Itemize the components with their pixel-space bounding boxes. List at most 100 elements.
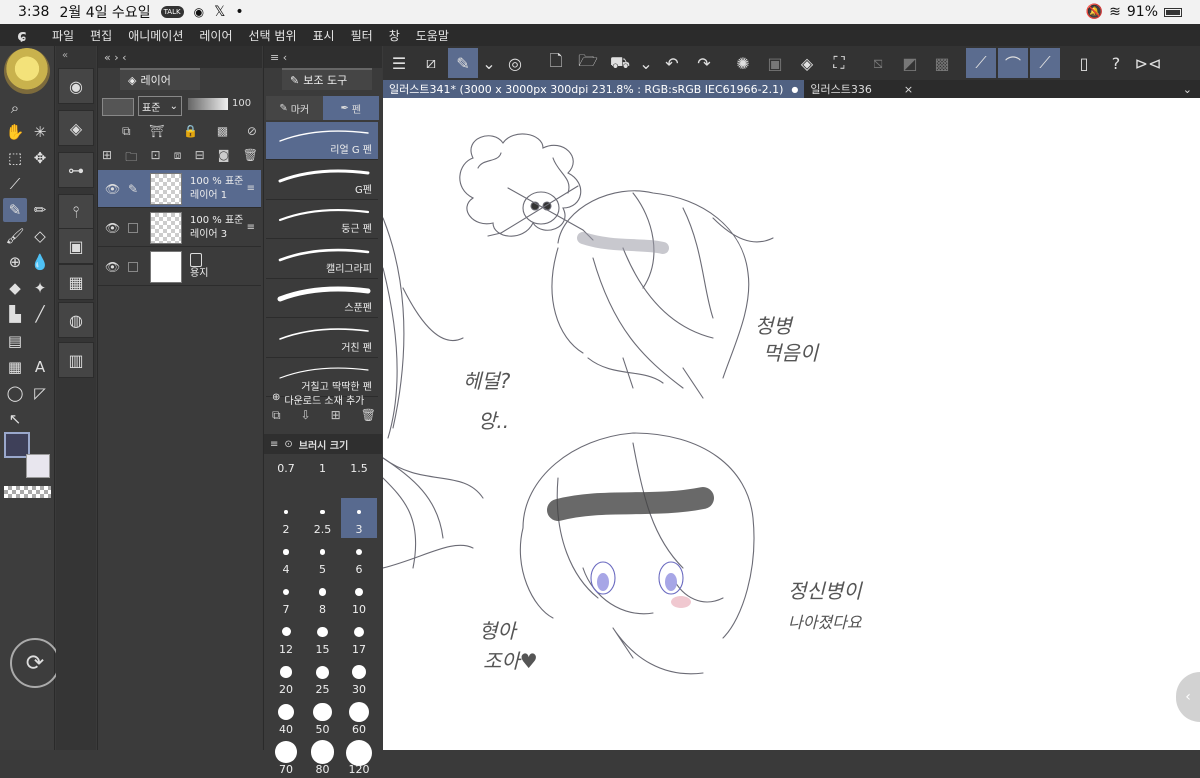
transfer-icon[interactable]: ⊡ — [150, 148, 160, 169]
layer-row[interactable]: 👁 100 % 표준 레이어 3 ≡ — [98, 209, 261, 247]
lock-icon[interactable]: 🔒 — [183, 124, 198, 139]
brush-icon[interactable]: 🖌 — [3, 224, 27, 248]
brush-size-option[interactable]: 7 — [268, 578, 304, 618]
lock-transparent-icon[interactable]: ▩ — [217, 124, 228, 139]
opacity-slider[interactable] — [188, 98, 228, 110]
balloon-icon[interactable]: ◯ — [3, 381, 27, 405]
reference-icon[interactable]: ⛩ — [149, 124, 164, 139]
transform-icon[interactable]: ⛶ — [824, 48, 854, 78]
brush-size-option[interactable]: 50 — [305, 698, 341, 738]
tab-pen[interactable]: ✒ 펜 — [322, 96, 379, 120]
material-icon[interactable]: ▣ — [58, 228, 94, 264]
brush-size-option[interactable]: 5 — [305, 538, 341, 578]
quick-access-icon[interactable]: ✎ — [448, 48, 478, 78]
duplicate-icon[interactable]: ⊟ — [195, 148, 205, 169]
eye-icon[interactable]: 👁 — [105, 260, 120, 274]
layer-color-chip[interactable] — [102, 98, 134, 116]
brush-item[interactable]: 리얼 G 펜 — [266, 122, 378, 160]
brush-size-option[interactable]: 12 — [268, 618, 304, 658]
menu-view[interactable]: 표시 — [305, 27, 343, 44]
sync-icon[interactable]: ◎ — [500, 48, 530, 78]
delete-subtool-icon[interactable]: 🗑 — [361, 408, 376, 423]
close-icon[interactable]: × — [904, 83, 913, 96]
layer-menu-icon[interactable]: ≡ — [247, 222, 255, 233]
eye-icon[interactable]: 👁 — [105, 221, 120, 235]
brush-size-option[interactable]: 80 — [305, 738, 341, 778]
mask-icon[interactable]: ⊘ — [247, 124, 257, 139]
ruler-icon[interactable]: ◸ — [28, 381, 52, 405]
stroke-1-icon[interactable]: ⟋ — [966, 48, 996, 78]
layer-panel-tab[interactable]: ◈ 레이어 — [120, 68, 200, 90]
brush-item[interactable]: 거친 펜 — [266, 320, 378, 358]
brush-size-option[interactable]: 8 — [305, 578, 341, 618]
pencil-icon[interactable]: ✏ — [28, 198, 52, 222]
redo-icon[interactable]: ↷ — [689, 48, 719, 78]
brush-size-option[interactable]: 4 — [268, 538, 304, 578]
rotate-canvas-icon[interactable]: ⟳ — [10, 638, 60, 688]
menu-icon[interactable]: ☰ — [384, 48, 414, 78]
loading-icon[interactable]: ✺ — [728, 48, 758, 78]
brush-size-option[interactable]: 2 — [268, 498, 304, 538]
timeline-icon[interactable]: ▥ — [58, 342, 94, 378]
brush-size-option[interactable]: 70 — [268, 738, 304, 778]
layer-menu-icon[interactable]: ≡ — [247, 183, 255, 194]
hand-icon[interactable]: ✋ — [3, 120, 27, 144]
brush-size-option[interactable]: 17 — [341, 618, 377, 658]
chevron-down-icon[interactable]: ⌄ — [1183, 83, 1192, 96]
gradient-fill-icon[interactable]: ▦ — [3, 355, 27, 379]
text-icon[interactable]: A — [28, 355, 52, 379]
new-file-icon[interactable]: 🗋 — [541, 48, 571, 78]
layer-row[interactable]: 👁 ✎ 100 % 표준 레이어 1 ≡ — [98, 170, 261, 208]
chevron-down-icon[interactable]: ⌄ — [637, 48, 655, 78]
brush-size-option[interactable]: 120 — [341, 738, 377, 778]
frame-icon[interactable]: ▤ — [3, 329, 27, 353]
chevron-down-icon[interactable]: ⌄ — [480, 48, 498, 78]
app-logo-icon[interactable]: ɕ — [0, 26, 44, 45]
menu-icon[interactable]: ≡ — [270, 439, 278, 450]
menu-filter[interactable]: 필터 — [343, 27, 381, 44]
brush-size-option[interactable]: 2.5 — [305, 498, 341, 538]
brush-size-option[interactable]: 0.7 — [268, 458, 304, 498]
subtool-panel-tab[interactable]: ✎ 보조 도구 — [282, 68, 372, 90]
brush-size-option[interactable]: 25 — [305, 658, 341, 698]
help-icon[interactable]: ? — [1101, 48, 1131, 78]
brush-size-option[interactable]: 6 — [341, 538, 377, 578]
layer-checkbox[interactable] — [128, 222, 138, 233]
blend-mode-select[interactable]: 표준 ⌄ — [138, 96, 182, 116]
gradient-icon[interactable]: ▙ — [3, 302, 27, 326]
brush-size-option[interactable]: 1 — [305, 458, 341, 498]
flip-icon[interactable]: ⊳⊲ — [1133, 48, 1163, 78]
new-folder-icon[interactable]: 🗀 — [125, 148, 137, 169]
brush-size-option[interactable]: 1.5 — [341, 458, 377, 498]
brush-size-option[interactable]: 30 — [341, 658, 377, 698]
brush-item[interactable]: 스푼펜 — [266, 280, 378, 318]
zoom-icon[interactable]: ⌕ — [3, 96, 27, 120]
add-subtool-icon[interactable]: ⊞ — [331, 408, 341, 423]
menu-selection[interactable]: 선택 범위 — [241, 27, 305, 44]
transparent-color-swatch[interactable] — [4, 486, 51, 498]
move-icon[interactable]: ✥ — [28, 146, 52, 170]
brush-item[interactable]: 둥근 펜 — [266, 201, 378, 239]
brush-item[interactable]: 캘리그라피 — [266, 241, 378, 279]
menu-edit[interactable]: 편집 — [82, 27, 120, 44]
panel-nav-icon[interactable]: « › ‹ — [104, 51, 127, 64]
eraser-icon[interactable]: ◇ — [28, 224, 52, 248]
tab-marker[interactable]: ✎ 마커 — [266, 96, 323, 120]
new-layer-icon[interactable]: ⊞ — [102, 148, 112, 169]
navigator-icon[interactable]: ◉ — [58, 68, 94, 104]
panel-nav-icon[interactable]: ≡ ‹ — [270, 51, 287, 64]
menu-layer[interactable]: 레이어 — [191, 27, 240, 44]
close-icon[interactable]: ● — [791, 85, 798, 94]
brush-item[interactable]: G펜 — [266, 162, 378, 200]
select-border-icon[interactable]: ▩ — [927, 48, 957, 78]
tool-property-icon[interactable]: ⊶ — [58, 152, 94, 188]
invert-icon[interactable]: ◩ — [895, 48, 925, 78]
copy-subtool-icon[interactable]: ⧉ — [272, 408, 281, 423]
download-material-button[interactable]: ⊕ 다운로드 소재 추가 — [272, 392, 364, 407]
save-icon[interactable]: ⛟ — [605, 48, 635, 78]
decoration-icon[interactable]: ⊕ — [3, 250, 27, 274]
deselect-icon[interactable]: ⧅ — [863, 48, 893, 78]
operation-icon[interactable]: ↖ — [3, 407, 27, 431]
eyedropper-icon[interactable]: ⟋ — [3, 172, 27, 196]
device-icon[interactable]: ▯ — [1069, 48, 1099, 78]
